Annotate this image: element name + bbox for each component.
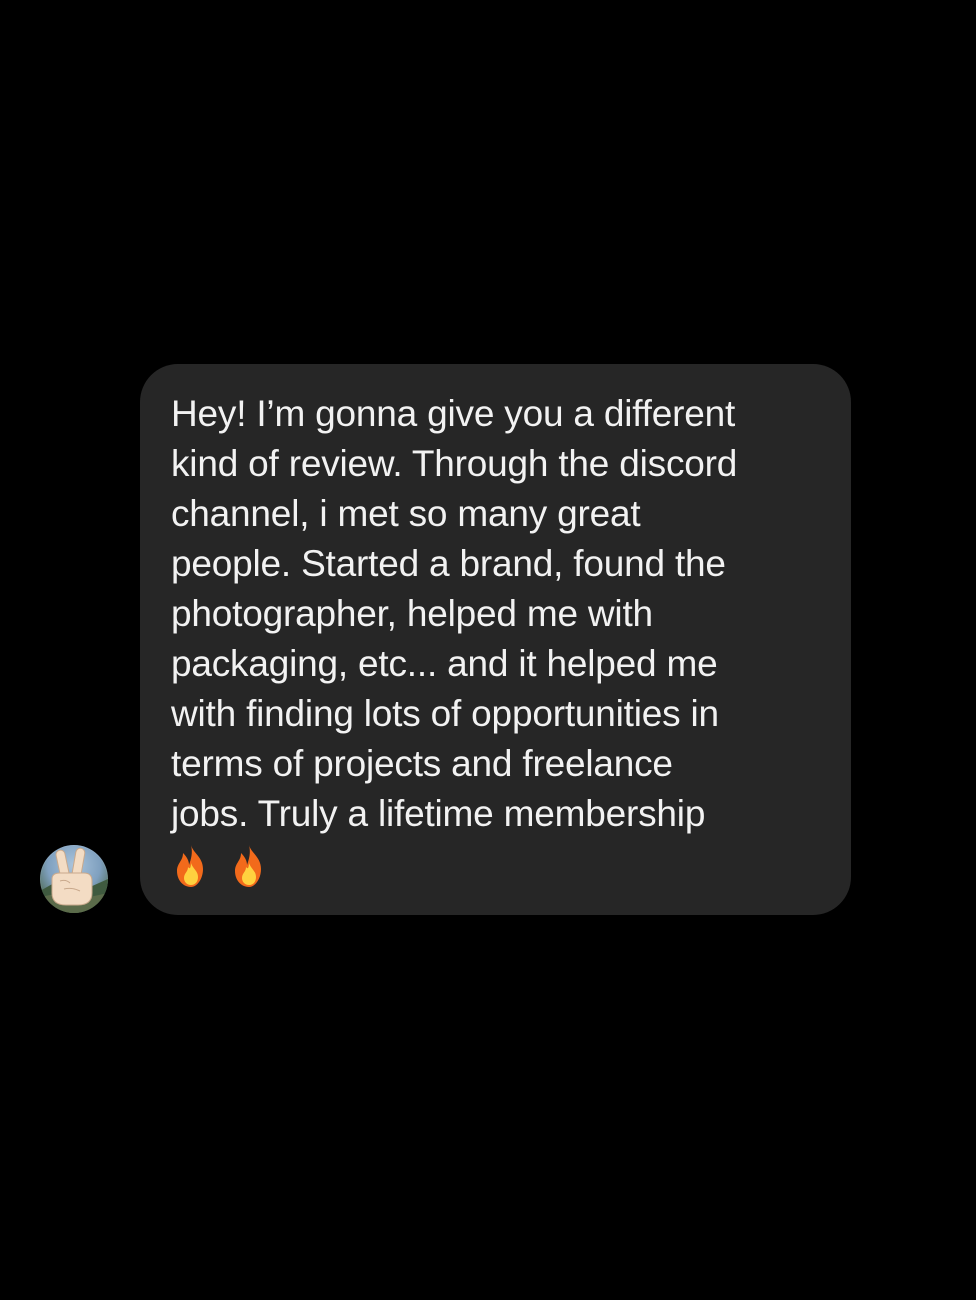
fire-icon [235,845,261,887]
message-bubble[interactable]: Hey! I’m gonna give you a different kind… [140,364,851,915]
message-text: Hey! I’m gonna give you a different kind… [171,393,738,834]
victory-hand-icon [40,847,108,913]
sender-avatar[interactable] [40,845,108,913]
fire-icon [177,845,203,887]
chat-screen: Hey! I’m gonna give you a different kind… [0,0,976,1300]
incoming-message-row: Hey! I’m gonna give you a different kind… [0,0,976,1300]
emoji-row [171,841,821,891]
